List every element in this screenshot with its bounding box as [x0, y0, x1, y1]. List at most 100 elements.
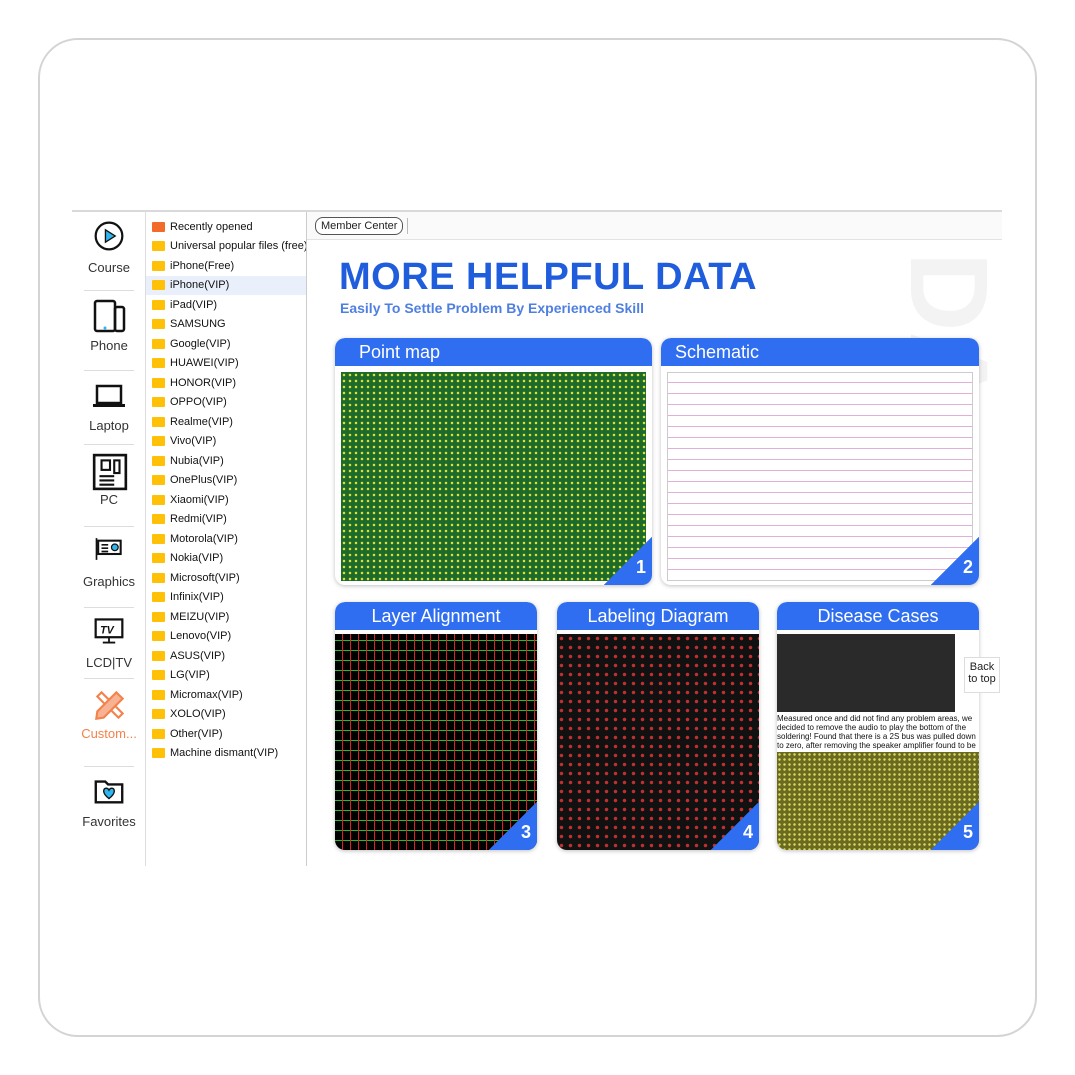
file-item-label: Other(VIP) — [170, 727, 223, 740]
file-item[interactable]: iPhone(VIP) — [146, 275, 306, 295]
file-item[interactable]: Micromax(VIP) — [146, 685, 306, 705]
file-item[interactable]: XOLO(VIP) — [146, 705, 306, 725]
toolbar: Member Center — [307, 212, 1002, 240]
svg-text:TV: TV — [100, 625, 115, 637]
nav-divider — [84, 290, 134, 291]
file-item[interactable]: LG(VIP) — [146, 666, 306, 686]
heart-folder-icon — [91, 774, 127, 810]
file-item-label: Lenovo(VIP) — [170, 630, 232, 643]
nav-item-custom[interactable]: Custom... — [72, 686, 146, 741]
file-item[interactable]: Infinix(VIP) — [146, 588, 306, 608]
main-panel: Member Center DA MORE HELPFUL DATA Easil… — [307, 212, 1002, 866]
file-item-label: SAMSUNG — [170, 318, 226, 331]
folder-icon — [152, 280, 165, 291]
file-item[interactable]: Nubia(VIP) — [146, 451, 306, 471]
file-item[interactable]: HONOR(VIP) — [146, 373, 306, 393]
folder-icon — [152, 436, 165, 447]
nav-item-pc[interactable]: PC — [72, 452, 146, 507]
nav-item-lcd-tv[interactable]: TV LCD|TV — [72, 615, 146, 670]
folder-icon — [152, 709, 165, 720]
file-item[interactable]: Redmi(VIP) — [146, 510, 306, 530]
folder-icon — [152, 514, 165, 525]
card-labeling-diagram[interactable]: Labeling Diagram 4 — [557, 602, 759, 850]
card-disease-cases[interactable]: Disease Cases Measured once and did not … — [777, 602, 979, 850]
file-item[interactable]: ASUS(VIP) — [146, 646, 306, 666]
file-item[interactable]: Nokia(VIP) — [146, 549, 306, 569]
file-item[interactable]: Machine dismant(VIP) — [146, 744, 306, 764]
folder-icon — [152, 670, 165, 681]
file-item[interactable]: HUAWEI(VIP) — [146, 354, 306, 374]
nav-item-label: LCD|TV — [86, 655, 132, 670]
file-item-label: Vivo(VIP) — [170, 435, 217, 448]
file-item[interactable]: Recently opened — [146, 217, 306, 237]
file-item-label: MEIZU(VIP) — [170, 610, 230, 623]
file-item[interactable]: iPhone(Free) — [146, 256, 306, 276]
open-folder-icon — [152, 221, 165, 232]
card-schematic[interactable]: Schematic 2 — [661, 338, 979, 585]
card-layer-alignment[interactable]: Layer Alignment 3 — [335, 602, 537, 850]
file-item[interactable]: iPad(VIP) — [146, 295, 306, 315]
file-item[interactable]: Vivo(VIP) — [146, 432, 306, 452]
file-item-label: Nubia(VIP) — [170, 454, 224, 467]
folder-icon — [152, 241, 165, 252]
back-to-top-button[interactable]: Back to top — [964, 657, 1000, 693]
app-window: Course Phone Laptop PC Graphics TV LCD|TV Custo… — [72, 210, 1002, 866]
nav-item-phone[interactable]: Phone — [72, 298, 146, 353]
file-item-label: iPhone(VIP) — [170, 279, 230, 292]
file-item-label: Redmi(VIP) — [170, 513, 227, 526]
card-number: 4 — [711, 802, 759, 850]
folder-icon — [152, 475, 165, 486]
nav-item-favorites[interactable]: Favorites — [72, 774, 146, 829]
file-item-label: HONOR(VIP) — [170, 376, 236, 389]
nav-divider — [84, 526, 134, 527]
file-item[interactable]: Universal popular files (free) — [146, 237, 306, 257]
file-item-label: Microsoft(VIP) — [170, 571, 240, 584]
disease-description: Measured once and did not find any probl… — [777, 714, 976, 750]
laptop-icon — [91, 378, 127, 414]
disease-photo — [777, 634, 955, 712]
file-item[interactable]: Microsoft(VIP) — [146, 568, 306, 588]
nav-divider — [84, 444, 134, 445]
file-item[interactable]: Realme(VIP) — [146, 412, 306, 432]
nav-divider — [84, 370, 134, 371]
file-item[interactable]: MEIZU(VIP) — [146, 607, 306, 627]
schematic-image — [667, 372, 973, 581]
nav-item-label: Custom... — [81, 726, 137, 741]
file-item-label: LG(VIP) — [170, 669, 210, 682]
folder-icon — [152, 358, 165, 369]
folder-icon — [152, 338, 165, 349]
file-item-label: OnePlus(VIP) — [170, 474, 238, 487]
folder-icon — [152, 299, 165, 310]
file-item[interactable]: Xiaomi(VIP) — [146, 490, 306, 510]
banner-subtitle: Easily To Settle Problem By Experienced … — [340, 300, 644, 316]
file-item-label: iPhone(Free) — [170, 259, 235, 272]
nav-item-laptop[interactable]: Laptop — [72, 378, 146, 433]
folder-icon — [152, 416, 165, 427]
nav-item-label: PC — [99, 492, 119, 507]
folder-icon — [152, 494, 165, 505]
file-item[interactable]: Other(VIP) — [146, 724, 306, 744]
nav-item-course[interactable]: Course — [72, 220, 146, 275]
card-title: Point map — [335, 338, 652, 366]
file-item[interactable]: SAMSUNG — [146, 315, 306, 335]
file-item[interactable]: Motorola(VIP) — [146, 529, 306, 549]
card-number: 3 — [489, 802, 537, 850]
file-item[interactable]: OPPO(VIP) — [146, 393, 306, 413]
graphics-card-icon — [91, 534, 127, 570]
folder-icon — [152, 728, 165, 739]
nav-item-label: Favorites — [82, 814, 136, 829]
card-point-map[interactable]: Point map 1 — [335, 338, 652, 585]
nav-divider — [84, 678, 134, 679]
pencil-ruler-icon — [91, 686, 127, 722]
file-item[interactable]: OnePlus(VIP) — [146, 471, 306, 491]
file-item-label: Nokia(VIP) — [170, 552, 224, 565]
card-title: Layer Alignment — [335, 602, 537, 630]
file-item-label: Universal popular files (free) — [170, 240, 307, 253]
member-center-button[interactable]: Member Center — [315, 216, 404, 235]
file-item[interactable]: Lenovo(VIP) — [146, 627, 306, 647]
folder-icon — [152, 748, 165, 759]
nav-item-graphics[interactable]: Graphics — [72, 534, 146, 589]
file-item[interactable]: Google(VIP) — [146, 334, 306, 354]
file-list: Recently opened Universal popular files (… — [146, 212, 307, 866]
point-map-image — [341, 372, 646, 581]
